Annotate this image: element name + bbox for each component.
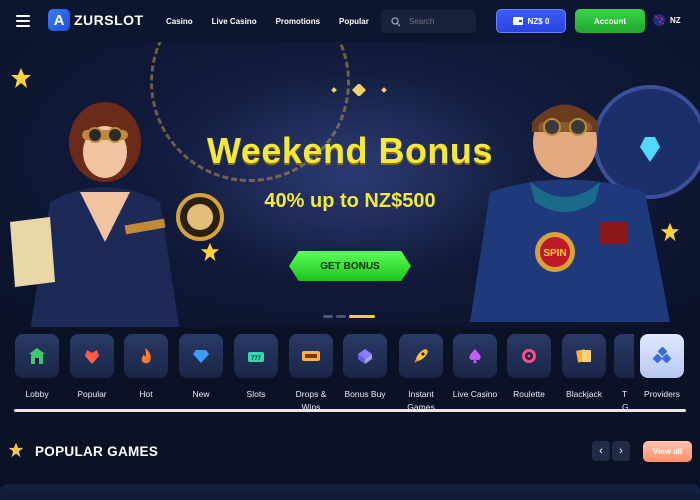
category-label: Lobby [25,389,49,399]
diamond-divider-icon [331,84,387,96]
locale-code: NZ [670,15,681,25]
category-roulette[interactable]: Roulette [504,334,554,401]
hamburger-menu-icon[interactable] [14,12,32,30]
chevron-right-icon: › [619,445,623,457]
account-button[interactable]: Account [575,9,645,33]
category-slots[interactable]: 777 Slots [231,334,281,401]
star-icon [11,68,31,88]
wallet-icon [512,17,523,25]
star-icon [200,242,220,262]
carousel-dots [323,315,375,318]
logo-text: ZURSLOT [74,12,144,28]
category-lobby[interactable]: Lobby [12,334,62,401]
wallet-button[interactable]: NZ$ 0 [496,9,566,33]
rocket-icon [399,334,443,378]
category-blackjack[interactable]: Blackjack [559,334,609,401]
cards-icon [562,334,606,378]
nav-casino[interactable]: Casino [166,17,193,26]
category-label: Live Casino [452,389,498,399]
scrollbar-thumb[interactable] [14,409,686,412]
carousel-dot-active[interactable] [349,315,375,318]
logo-mark: A [48,9,70,31]
category-providers[interactable]: Providers [637,334,687,401]
drops-wins-icon [289,334,333,378]
chevron-left-icon: ‹ [599,445,603,457]
view-all-button[interactable]: View all [643,441,692,462]
category-label: New [192,389,210,399]
category-instant-games[interactable]: Instant Games [395,334,447,414]
popular-games-header: POPULAR GAMES ‹ › View all [0,436,700,466]
nav-live-casino[interactable]: Live Casino [212,17,257,26]
logo[interactable]: A ZURSLOT [48,9,144,31]
diamond-icon [179,334,223,378]
star-icon [660,222,680,242]
category-live-casino[interactable]: Live Casino [450,334,500,401]
flame-icon [124,334,168,378]
category-label: Roulette [513,389,545,399]
category-strip: Lobby Popular Hot New 777 Slots Drops & … [0,334,700,414]
providers-icon [640,334,684,378]
section-title: POPULAR GAMES [35,444,159,459]
banner-subtitle: 40% up to NZ$500 [264,190,436,212]
nz-flag-icon [653,14,665,26]
search-box[interactable] [381,10,476,33]
category-popular[interactable]: Popular [67,334,117,401]
spin-badge-text: SPIN [543,248,566,259]
star-icon [8,442,24,458]
bonus-buy-icon [343,334,387,378]
prev-arrow-button[interactable]: ‹ [592,441,610,461]
carousel-dot[interactable] [323,315,333,318]
wallet-balance: NZ$ 0 [527,16,550,26]
svg-text:777: 777 [251,356,262,362]
category-label: Popular [77,389,107,399]
category-label: Hot [139,389,153,399]
category-label: Blackjack [566,389,602,399]
category-drops-wins[interactable]: Drops & Wins [286,334,336,414]
main-nav: Casino Live Casino Promotions Popular [166,0,388,42]
games-carousel[interactable] [0,484,700,500]
slots-icon: 777 [234,334,278,378]
category-partial[interactable]: T G [614,334,634,414]
roulette-icon [507,334,551,378]
promo-banner[interactable]: SPIN Weekend Bonus 40% up to NZ$500 [0,42,700,327]
next-arrow-button[interactable]: › [612,441,630,461]
category-new[interactable]: New [176,334,226,401]
top-header: A ZURSLOT Casino Live Casino Promotions … [0,0,700,42]
spade-icon [453,334,497,378]
partial-icon [614,334,634,378]
lobby-icon [15,334,59,378]
search-input[interactable] [409,17,467,26]
carousel-dot[interactable] [336,315,346,318]
category-bonus-buy[interactable]: Bonus Buy [340,334,390,401]
category-label: Slots [246,389,266,399]
category-label: Bonus Buy [344,389,386,399]
nav-promotions[interactable]: Promotions [276,17,320,26]
category-scrollbar[interactable] [14,409,686,412]
locale-selector[interactable]: NZ [653,14,681,26]
category-hot[interactable]: Hot [121,334,171,401]
banner-title: Weekend Bonus [207,130,493,171]
search-icon [391,16,401,26]
get-bonus-button[interactable]: GET BONUS [289,251,411,281]
nav-popular[interactable]: Popular [339,17,369,26]
category-label: Providers [644,389,680,399]
popular-icon [70,334,114,378]
